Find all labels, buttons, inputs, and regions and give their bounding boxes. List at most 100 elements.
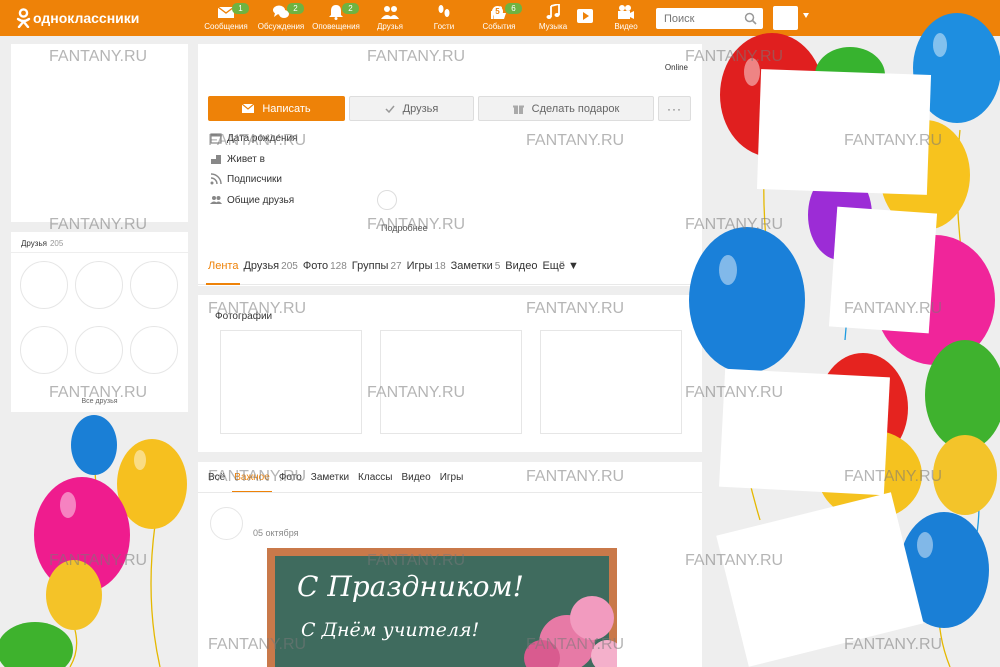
feed-tab-games[interactable]: Игры (440, 472, 464, 493)
write-message-label: Написать (262, 102, 311, 115)
nav-badge-secondary: 5 (492, 6, 503, 17)
tab-label: Видео (505, 260, 538, 272)
tab-notes[interactable]: Заметки 5 (451, 258, 501, 285)
watermark: FANTANY.RU (49, 552, 148, 569)
tab-label: Лента (208, 260, 239, 272)
nav-label: Видео (614, 22, 638, 31)
photo-thumbnail[interactable] (220, 330, 362, 434)
nav-badge: 1 (232, 3, 249, 14)
info-lives-in: Живет в (210, 152, 265, 166)
friend-avatar[interactable] (130, 326, 178, 374)
feed-tab-notes[interactable]: Заметки (311, 472, 349, 493)
envelope-icon (242, 104, 255, 113)
feed-tab-video[interactable]: Видео (401, 472, 430, 493)
all-friends-link[interactable]: Все друзья (11, 398, 188, 405)
photos-title[interactable]: Фотографии (215, 311, 272, 322)
nav-discussions[interactable]: 2 Обсуждения (257, 3, 305, 34)
online-status: Online (664, 63, 688, 72)
nav-label: Друзья (377, 22, 403, 31)
friends-card: Друзья 205 Все друзья (11, 232, 188, 412)
tab-label: Ещё ▼ (542, 260, 579, 272)
tab-label: Игры (406, 260, 433, 272)
info-followers[interactable]: Подписчики (210, 172, 282, 186)
chevron-down-icon[interactable] (803, 13, 809, 18)
tab-label: Фото (302, 260, 329, 272)
nav-guests[interactable]: Гости (420, 4, 468, 34)
feed-tab-important[interactable]: Важное (232, 472, 272, 493)
info-mutual-friends-label: Общие друзья (227, 194, 295, 206)
profile-photo-card[interactable] (11, 44, 188, 222)
avatar-placeholder (377, 190, 397, 210)
friend-avatar[interactable] (130, 261, 178, 309)
watermark: FANTANY.RU (844, 132, 943, 149)
search-icon[interactable] (744, 12, 757, 25)
info-followers-label: Подписчики (227, 173, 283, 185)
photo-thumbnail[interactable] (540, 330, 682, 434)
nav-label: События (482, 22, 516, 31)
nav-friends[interactable]: Друзья (366, 4, 414, 34)
photos-card: Фотографии (198, 295, 702, 452)
profile-tabs: Лента Друзья 205 Фото 128 Группы 27 Игры 18 … (205, 258, 584, 285)
info-birthday-label: Дата рождения (227, 132, 298, 144)
friends-card-title[interactable]: Друзья 205 (21, 239, 63, 248)
nav-badge: 6 (505, 3, 522, 14)
post-image[interactable]: С Праздником! С Днём учителя! (267, 548, 617, 667)
feed-tab-classes[interactable]: Классы (358, 472, 392, 493)
feed-tabs: Всё Важное Фото Заметки Классы Видео Игр… (208, 472, 472, 493)
tab-video[interactable]: Видео (505, 258, 537, 285)
ok-logo-icon (16, 8, 31, 28)
nav-label: Обсуждения (257, 22, 305, 31)
tab-count: 128 (330, 261, 347, 272)
photo-thumbnail[interactable] (380, 330, 522, 434)
gift-icon (512, 105, 524, 114)
friend-avatar[interactable] (20, 326, 68, 374)
watermark: FANTANY.RU (844, 636, 943, 653)
tab-groups[interactable]: Группы 27 (352, 258, 402, 285)
divider (198, 492, 702, 493)
nav-messages[interactable]: 1 Сообщения (202, 3, 250, 34)
nav-events[interactable]: 5 6 События (475, 3, 523, 34)
more-options-button[interactable]: ··· (658, 96, 691, 121)
tab-count: 5 (494, 261, 501, 272)
nav-badge: 2 (342, 3, 359, 14)
tab-count: 205 (281, 261, 298, 272)
top-navigation-bar: одноклассники 1 Сообщения 2 Обсуждения 2… (0, 0, 1000, 36)
nav-video[interactable]: Видео (602, 4, 650, 34)
post-author-avatar[interactable] (210, 507, 243, 540)
tab-label: Заметки (450, 260, 493, 272)
info-mutual-friends[interactable]: Общие друзья (210, 193, 294, 207)
checkmark-icon (385, 105, 395, 113)
more-details-link[interactable]: Подробнее (381, 223, 428, 233)
ok-logo[interactable]: одноклассники (16, 8, 139, 28)
make-gift-button[interactable]: Сделать подарок (478, 96, 654, 121)
play-icon (577, 9, 593, 23)
post-date: 05 октября (253, 528, 299, 538)
friend-avatar[interactable] (75, 326, 123, 374)
search-box[interactable] (656, 8, 763, 29)
info-birthday: Дата рождения (210, 131, 298, 145)
tab-count: 27 (390, 261, 402, 272)
nav-notifications[interactable]: 2 Оповещения (312, 3, 360, 34)
friend-avatar[interactable] (20, 261, 68, 309)
post-image-headline: С Праздником! (297, 570, 524, 603)
user-avatar[interactable] (773, 6, 798, 30)
feed-tab-all[interactable]: Всё (208, 472, 225, 493)
search-input[interactable] (656, 8, 736, 29)
nav-label: Гости (433, 22, 455, 31)
tab-more[interactable]: Ещё ▼ (542, 258, 578, 285)
tab-label: Друзья (243, 260, 280, 272)
music-note-icon (546, 4, 560, 19)
friend-avatar[interactable] (75, 261, 123, 309)
watermark: FANTANY.RU (844, 300, 943, 317)
friends-button[interactable]: Друзья (349, 96, 474, 121)
tab-photos[interactable]: Фото 128 (303, 258, 347, 285)
write-message-button[interactable]: Написать (208, 96, 345, 121)
post-image-subtitle: С Днём учителя! (301, 619, 479, 641)
friends-button-label: Друзья (402, 102, 439, 115)
tab-games[interactable]: Игры 18 (407, 258, 446, 285)
watermark: FANTANY.RU (844, 468, 943, 485)
tab-friends[interactable]: Друзья 205 (243, 258, 297, 285)
video-camera-icon (618, 5, 634, 19)
feed-tab-photo[interactable]: Фото (279, 472, 302, 493)
tab-feed[interactable]: Лента (205, 258, 241, 285)
